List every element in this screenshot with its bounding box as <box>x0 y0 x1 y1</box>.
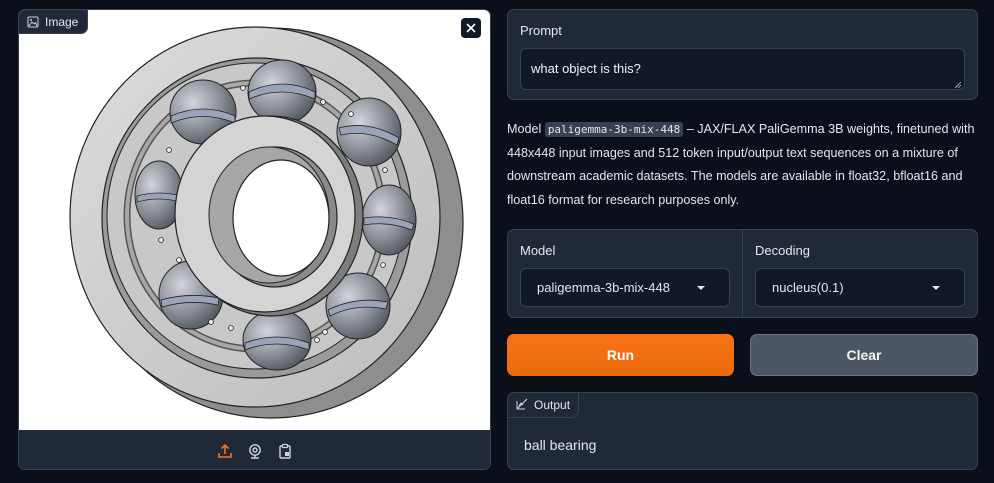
description-prefix: Model <box>507 122 545 136</box>
close-icon[interactable] <box>461 18 481 38</box>
ball-bearing-image <box>69 26 464 419</box>
webcam-icon[interactable] <box>246 442 264 460</box>
prompt-block: Prompt what object is this? <box>507 9 978 100</box>
model-setting: Model paligemma-3b-mix-448 <box>508 230 742 317</box>
chevron-down-icon <box>697 285 705 290</box>
decoding-label: Decoding <box>755 243 810 258</box>
image-toolbar <box>19 430 490 469</box>
run-button[interactable]: Run <box>507 334 734 376</box>
model-code: paligemma-3b-mix-448 <box>544 122 684 137</box>
resize-grip-icon[interactable] <box>955 82 961 88</box>
prompt-input[interactable]: what object is this? <box>520 48 965 90</box>
output-label-text: Output <box>534 398 571 412</box>
decoding-setting: Decoding nucleus(0.1) <box>742 230 977 317</box>
model-selected: paligemma-3b-mix-448 <box>537 280 670 295</box>
model-description: Model paligemma-3b-mix-448 – JAX/FLAX Pa… <box>507 118 977 212</box>
decoding-dropdown[interactable]: nucleus(0.1) <box>755 268 965 307</box>
clipboard-icon[interactable] <box>276 442 294 460</box>
upload-icon[interactable] <box>216 442 234 460</box>
image-icon <box>27 16 39 28</box>
prompt-label: Prompt <box>520 23 562 38</box>
decoding-selected: nucleus(0.1) <box>772 280 844 295</box>
model-label: Model <box>520 243 556 258</box>
image-panel: Image <box>18 9 491 470</box>
clear-button[interactable]: Clear <box>750 334 978 376</box>
image-label-text: Image <box>45 14 79 29</box>
image-preview[interactable] <box>19 10 490 430</box>
settings-block: Model paligemma-3b-mix-448 Decoding nucl… <box>507 229 978 318</box>
image-label: Image <box>19 10 89 34</box>
output-text: ball bearing <box>524 437 597 453</box>
output-label: Output <box>508 393 580 418</box>
chevron-down-icon <box>932 285 940 290</box>
chart-icon <box>516 398 528 413</box>
output-block: Output ball bearing <box>507 392 978 470</box>
model-dropdown[interactable]: paligemma-3b-mix-448 <box>520 268 730 307</box>
